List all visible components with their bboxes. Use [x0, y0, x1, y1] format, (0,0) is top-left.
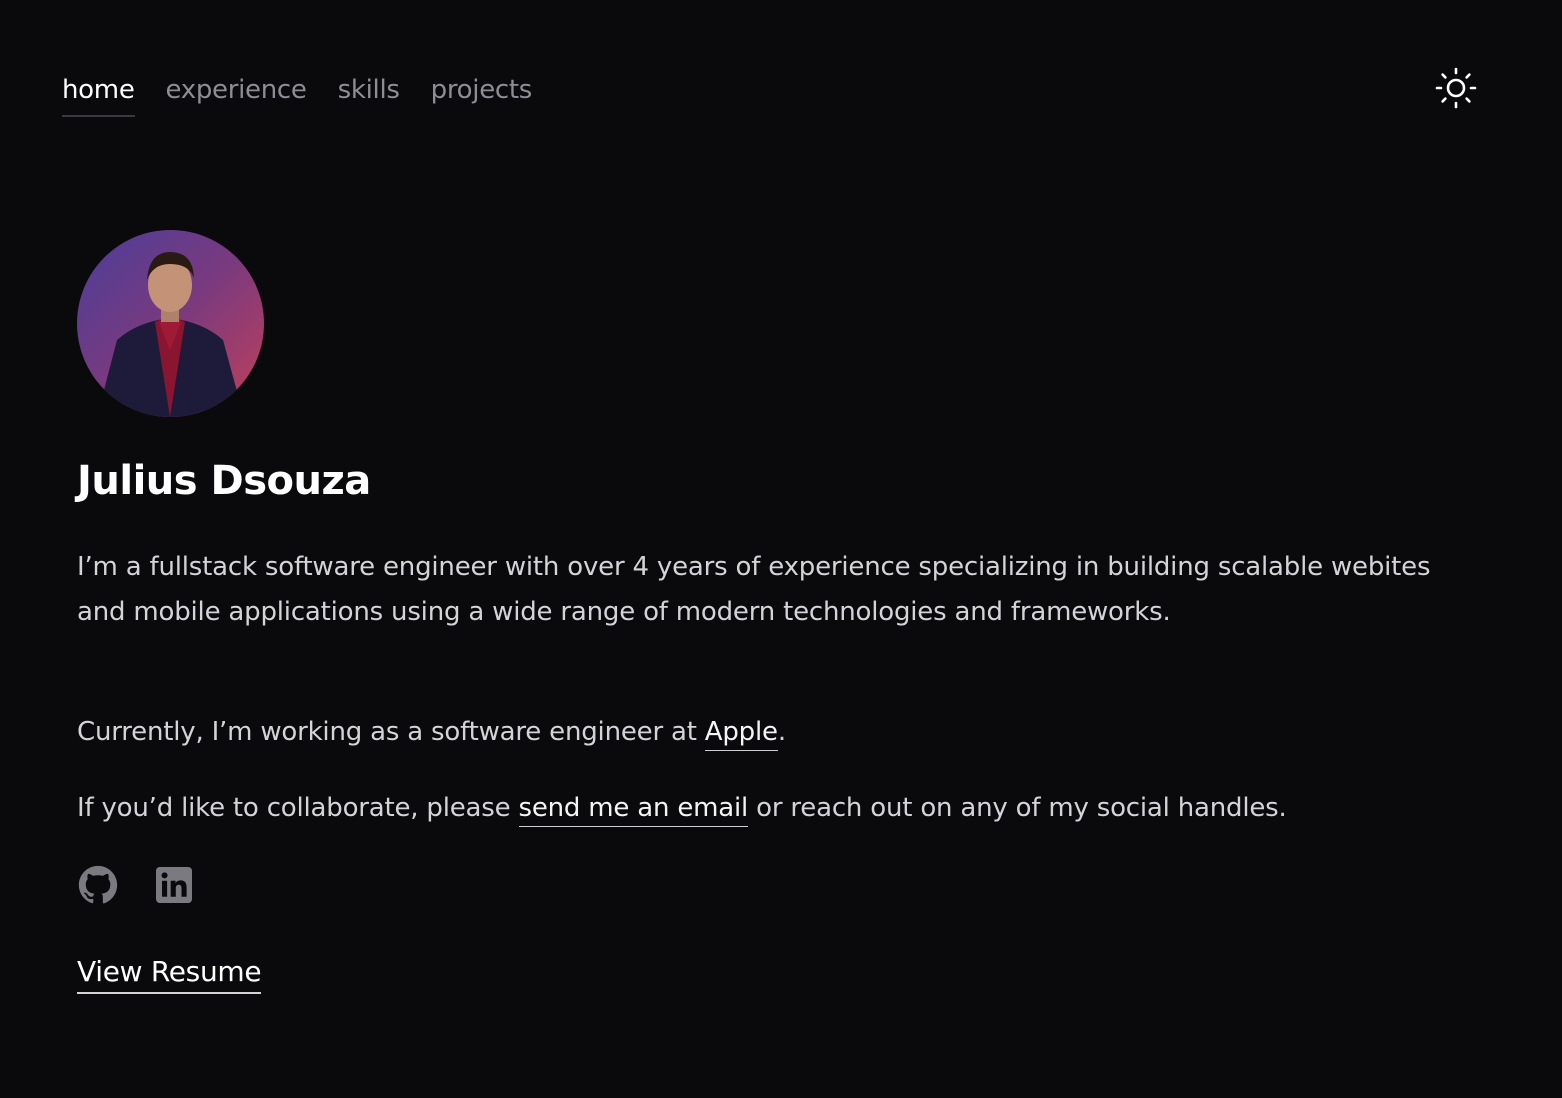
main-nav: home experience skills projects [62, 72, 532, 117]
company-link[interactable]: Apple [704, 717, 778, 751]
nav-item-projects[interactable]: projects [431, 72, 533, 115]
github-link[interactable] [77, 864, 119, 906]
social-links [77, 864, 195, 906]
avatar [77, 230, 264, 417]
linkedin-link[interactable] [153, 864, 195, 906]
email-link[interactable]: send me an email [518, 793, 748, 827]
profile-photo [97, 252, 244, 417]
sun-icon [1435, 67, 1477, 109]
nav-item-experience[interactable]: experience [166, 72, 307, 115]
collaborate-text: If you’d like to collaborate, please [77, 793, 519, 823]
view-resume-link[interactable]: View Resume [77, 955, 262, 994]
current-role-text: Currently, I’m working as a software eng… [77, 717, 705, 747]
profile-name: Julius Dsouza [77, 458, 371, 504]
theme-toggle-button[interactable] [1432, 64, 1480, 112]
current-role-suffix: . [777, 717, 786, 747]
nav-item-home[interactable]: home [62, 72, 135, 117]
collaborate-suffix: or reach out on any of my social handles… [748, 793, 1287, 823]
bio-paragraph: I’m a fullstack software engineer with o… [77, 552, 1431, 627]
current-role-paragraph: Currently, I’m working as a software eng… [77, 710, 1457, 755]
linkedin-icon [156, 867, 192, 903]
github-icon [78, 865, 118, 904]
collaborate-paragraph: If you’d like to collaborate, please sen… [77, 786, 1457, 831]
nav-item-skills[interactable]: skills [338, 72, 400, 115]
